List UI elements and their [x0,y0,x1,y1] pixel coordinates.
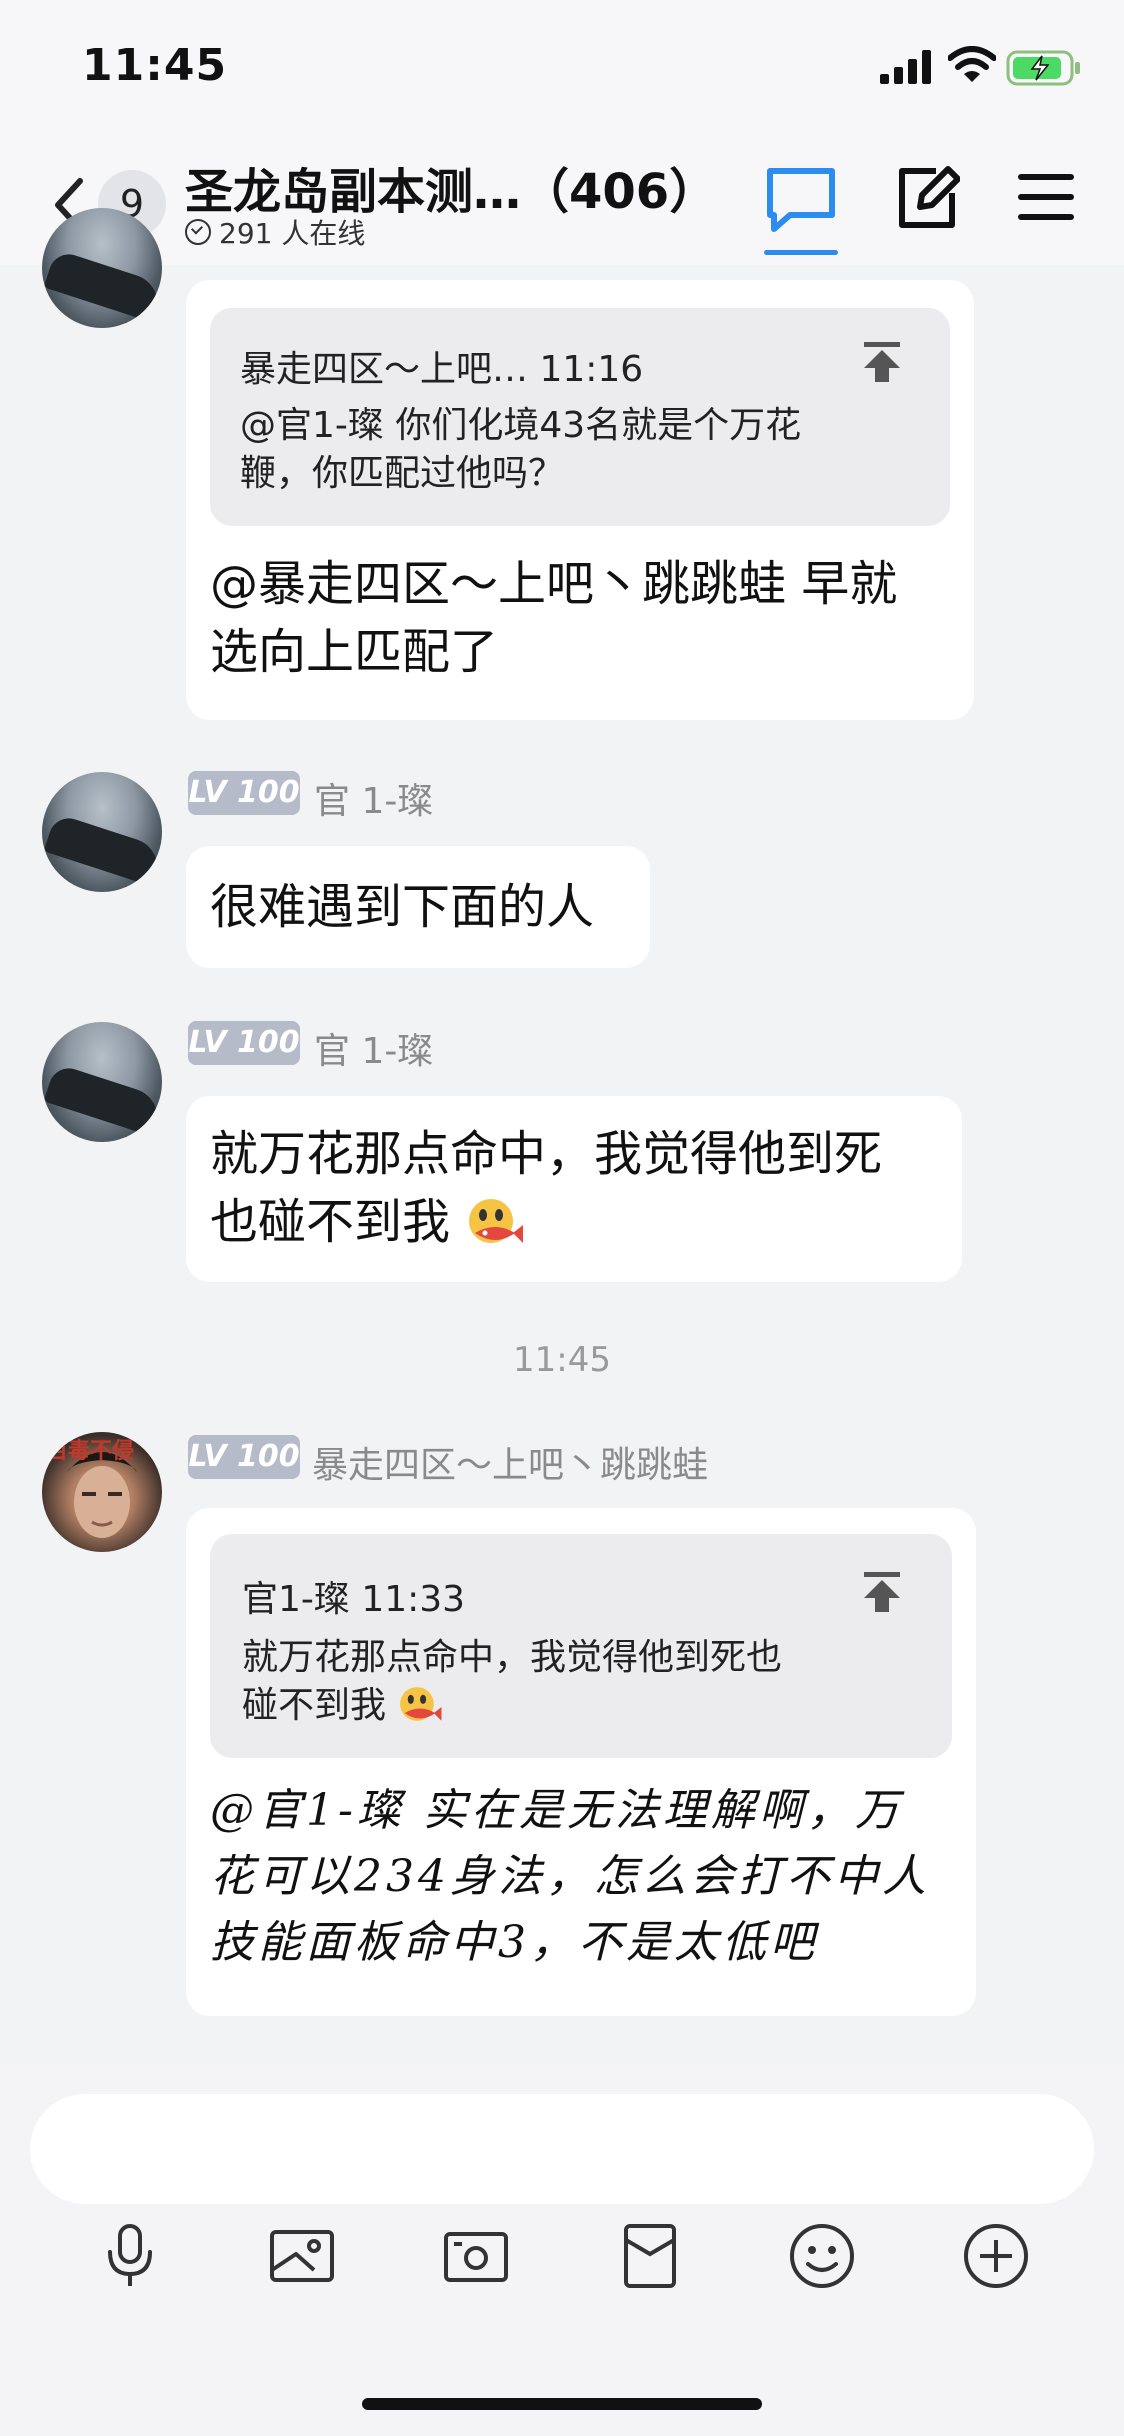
avatar[interactable] [42,1022,162,1142]
sender-nickname[interactable]: 官 1-璨 [314,772,433,824]
message-bubble[interactable]: 官1-璨 11:33 就万花那点命中，我觉得他到死也 碰不到我 @官1-璨 实在… [186,1508,976,2016]
message-line: 也碰不到我 [210,1194,451,1250]
status-bar: 11:45 [0,0,1124,140]
microphone-icon[interactable] [94,2220,166,2292]
message-text: @暴走四区～上吧丶跳跳蛙 早就 选向上匹配了 [210,550,897,686]
avatar[interactable] [42,772,162,892]
wifi-icon [948,46,996,82]
avatar[interactable]: 百毒不侵 [42,1432,162,1552]
message-line: 花可以234身法，怎么会打不中人 [210,1851,930,1902]
edit-icon[interactable] [896,165,960,231]
quote-line: @官1-璨 你们化境43名就是个万花 [240,405,802,446]
message-line: 就万花那点命中，我觉得他到死 [210,1126,883,1182]
home-indicator [362,2398,762,2410]
fish-emoji-icon [469,1199,524,1243]
image-icon[interactable] [266,2220,338,2292]
level-badge: LV 100 [188,1021,300,1065]
message-line: @暴走四区～上吧丶跳跳蛙 早就 [210,556,898,612]
message-line: @官1-璨 实在是无法理解啊，万 [210,1785,903,1836]
message-text: @官1-璨 实在是无法理解啊，万 花可以234身法，怎么会打不中人 技能面板命中… [210,1778,930,1976]
jump-to-original-icon[interactable] [860,340,904,384]
level-badge: LV 100 [188,1435,300,1479]
red-packet-icon[interactable] [614,2220,686,2292]
emoji-icon[interactable] [786,2220,858,2292]
sender-nickname[interactable]: 暴走四区～上吧丶跳跳蛙 [312,1436,708,1488]
avatar[interactable] [42,208,162,328]
chat-tab-indicator [764,250,838,255]
sender-nickname[interactable]: 官 1-璨 [314,1022,433,1074]
quote-header: 暴走四区～上吧… 11:16 [240,349,644,390]
quote-body: @官1-璨 你们化境43名就是个万花 鞭，你匹配过他吗？ [240,402,801,498]
input-panel [0,2068,1124,2436]
quoted-message[interactable]: 暴走四区～上吧… 11:16 @官1-璨 你们化境43名就是个万花 鞭，你匹配过… [210,308,950,526]
menu-icon[interactable] [1016,172,1076,222]
battery-icon [1006,50,1080,86]
message-line: 技能面板命中3，不是太低吧 [210,1917,818,1968]
cellular-signal-icon [880,50,931,84]
fish-emoji-icon [400,1687,442,1721]
camera-icon[interactable] [440,2220,512,2292]
quote-line: 碰不到我 [242,1685,387,1726]
message-line: 选向上匹配了 [210,624,499,680]
jump-to-original-icon[interactable] [860,1570,904,1614]
level-badge: LV 100 [188,771,300,815]
message-text: 就万花那点命中，我觉得他到死 也碰不到我 [210,1120,882,1256]
chat-header: 9 圣龙岛副本测…（406） 291 人在线 [0,140,1124,265]
avatar-badge-text: 百毒不侵 [46,1438,134,1464]
message-bubble[interactable]: 暴走四区～上吧… 11:16 @官1-璨 你们化境43名就是个万花 鞭，你匹配过… [186,280,974,720]
message-bubble[interactable]: 很难遇到下面的人 [186,846,650,968]
quote-body: 就万花那点命中，我觉得他到死也 碰不到我 [242,1634,782,1730]
avatar-face: 百毒不侵 [46,1438,137,1538]
online-count-label: 291 人在线 [219,217,366,250]
online-dropdown-icon [185,219,211,245]
status-time: 11:45 [82,40,228,91]
message-bubble[interactable]: 就万花那点命中，我觉得他到死 也碰不到我 [186,1096,962,1282]
quoted-message[interactable]: 官1-璨 11:33 就万花那点命中，我觉得他到死也 碰不到我 [210,1534,952,1758]
time-divider: 11:45 [513,1340,611,1380]
message-line-with-emoji: 也碰不到我 [210,1188,882,1256]
quote-line-with-emoji: 碰不到我 [242,1682,782,1730]
chat-icon[interactable] [764,165,838,235]
plus-icon[interactable] [960,2220,1032,2292]
quote-line: 就万花那点命中，我觉得他到死也 [242,1637,783,1678]
quote-line: 鞭，你匹配过他吗？ [240,453,565,494]
message-text: 很难遇到下面的人 [210,879,595,935]
quote-header: 官1-璨 11:33 [242,1579,466,1620]
online-count[interactable]: 291 人在线 [185,212,365,252]
message-input[interactable] [30,2094,1094,2204]
